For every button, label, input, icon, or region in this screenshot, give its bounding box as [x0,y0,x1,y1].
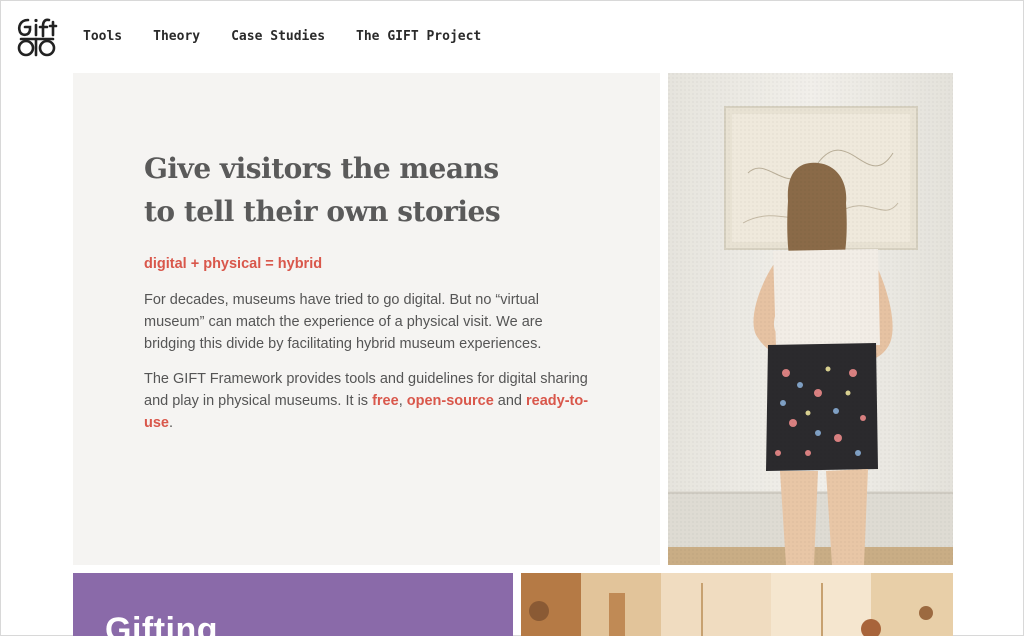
hero-title-line-1: Give visitors the means [144,152,499,185]
open-source-link[interactable]: open-source [407,393,494,409]
hero-title-line-2: to tell their own stories [144,195,501,228]
period: . [169,415,174,431]
nav-case-studies[interactable]: Case Studies [231,29,325,44]
museum-visitor-image [668,73,953,565]
hero-photo [668,73,953,565]
framework-paragraph: The GIFT Framework provides tools and gu… [144,368,589,434]
free-link[interactable]: free [372,393,399,409]
gift-logo-icon [17,18,58,57]
gallery-photo[interactable] [521,573,953,636]
main-nav: Tools Theory Case Studies The GIFT Proje… [83,29,512,44]
gifting-card[interactable]: Gifting [73,573,513,636]
nav-gift-project[interactable]: The GIFT Project [356,29,481,44]
gifting-title: Gifting [105,611,219,636]
nav-tools[interactable]: Tools [83,29,122,44]
comma-separator: , [398,393,407,409]
intro-paragraph: For decades, museums have tried to go di… [144,292,543,352]
museum-gallery-image [521,573,953,636]
nav-theory[interactable]: Theory [153,29,200,44]
gift-logo[interactable] [15,15,59,59]
hero-card: Give visitors the means to tell their ow… [73,73,660,565]
hybrid-equation: digital + physical = hybrid [144,256,323,272]
and-separator: and [493,393,527,409]
hero-title: Give visitors the means to tell their ow… [144,147,504,233]
page-frame: Tools Theory Case Studies The GIFT Proje… [0,0,1024,636]
